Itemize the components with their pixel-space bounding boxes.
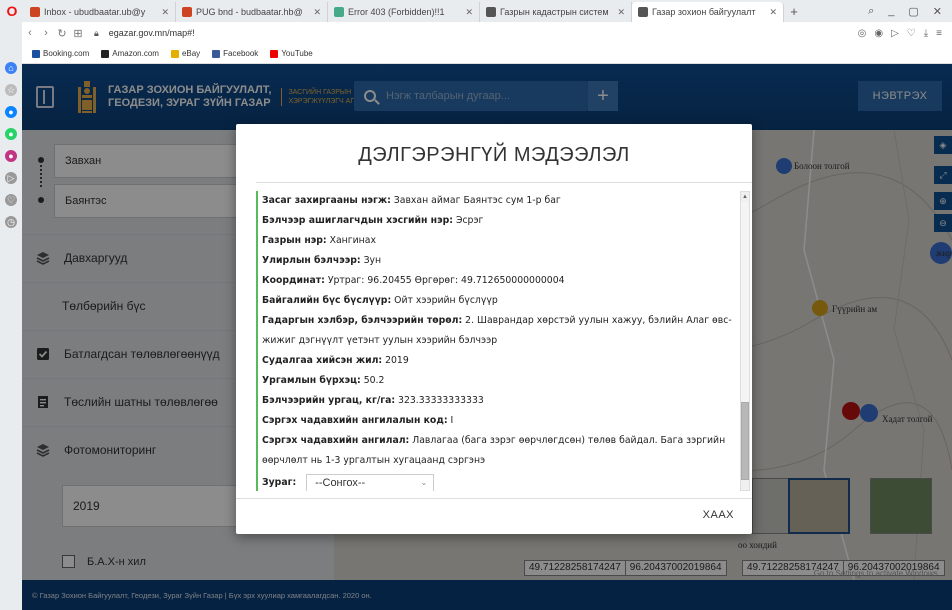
browser-tab[interactable]: Inbox - ubudbaatar.ub@y ✕	[24, 2, 176, 22]
bookmark-item[interactable]: eBay	[170, 49, 200, 58]
back-icon[interactable]: ‹	[22, 27, 38, 39]
amazon-icon	[101, 49, 110, 58]
new-tab-button[interactable]: +	[784, 2, 804, 22]
address-bar: ‹ › ↻ ⊞ 🔒︎ egazar.gov.mn/map#! ◎ ◉ ▷ ♡ ⤓…	[22, 22, 952, 44]
close-icon[interactable]: ✕	[613, 7, 625, 18]
close-button[interactable]: ХААХ	[703, 509, 734, 521]
address-actions: ◎ ◉ ▷ ♡ ⤓ ≡	[858, 28, 952, 39]
reload-icon[interactable]: ↻	[54, 27, 70, 40]
vpn-icon[interactable]: ◉	[874, 28, 883, 39]
image-select-row: Зураг: --Сонгох-- ⌄	[262, 473, 734, 491]
star-icon[interactable]: ☆	[5, 84, 17, 96]
page-icon	[486, 7, 496, 17]
bookmark-item[interactable]: YouTube	[270, 49, 313, 58]
bookmark-item[interactable]: Facebook	[212, 49, 258, 58]
player-icon[interactable]: ▷	[5, 172, 17, 184]
gmail-icon	[182, 7, 192, 17]
bookmark-item[interactable]: Amazon.com	[101, 49, 159, 58]
details-scrollbar[interactable]: ▲	[740, 191, 750, 491]
browser-tab[interactable]: Error 403 (Forbidden)!!1 ✕	[328, 2, 480, 22]
heart-icon[interactable]: ♡	[5, 194, 17, 206]
search-icon[interactable]: ⌕	[868, 5, 874, 18]
scroll-track[interactable]	[741, 202, 749, 402]
url-field[interactable]: egazar.gov.mn/map#!	[109, 28, 195, 38]
whatsapp-icon[interactable]: ●	[5, 128, 17, 140]
detail-row: Гадаргын хэлбэр, бэлчээрийн төрөл: 2. Ша…	[262, 315, 732, 346]
details-modal: ДЭЛГЭРЭНГҮЙ МЭДЭЭЛЭЛ Засаг захиргааны нэ…	[236, 124, 752, 534]
browser-tabbar: O Inbox - ubudbaatar.ub@y ✕ PUG bnd - bud…	[0, 0, 952, 22]
detail-row: Бэлчээр ашиглагчдын хэсгийн нэр: Эсрэг	[262, 215, 484, 226]
close-icon[interactable]: ✕	[309, 7, 321, 18]
detail-row: Улирлын бэлчээр: Зун	[262, 255, 382, 266]
detail-row: Координат: Уртраг: 96.20455 Өргөрөг: 49.…	[262, 275, 565, 286]
youtube-icon	[270, 49, 279, 58]
modal-footer: ХААХ	[236, 498, 752, 534]
messenger-icon[interactable]: ●	[5, 106, 17, 118]
history-icon[interactable]: ◷	[5, 216, 17, 228]
flow-icon[interactable]: ▷	[891, 28, 899, 39]
detail-row: Газрын нэр: Хангинах	[262, 235, 376, 246]
drive-icon	[334, 7, 344, 17]
modal-title: ДЭЛГЭРЭНГҮЙ МЭДЭЭЛЭЛ	[358, 144, 630, 166]
facebook-icon	[212, 49, 221, 58]
detail-row: Байгалийн бүс бүслүүр: Ойт хээрийн бүслү…	[262, 295, 498, 306]
detail-row: Судалгаа хийсэн жил: 2019	[262, 355, 409, 366]
heart-icon[interactable]: ♡	[907, 28, 916, 39]
menu-icon[interactable]: ≡	[936, 28, 942, 39]
camera-icon[interactable]: ◎	[858, 28, 867, 39]
bookmarks-bar: Booking.com Amazon.com eBay Facebook You…	[22, 44, 952, 64]
close-window-icon[interactable]: ✕	[933, 5, 942, 18]
detail-row: Сэргэх чадавхийн ангилал: Лавлагаа (бага…	[262, 435, 726, 466]
opera-logo-icon[interactable]: O	[0, 0, 24, 22]
bookmark-item[interactable]: Booking.com	[32, 49, 89, 58]
detail-row: Сэргэх чадавхийн ангилалын код: I	[262, 415, 454, 426]
scroll-thumb[interactable]	[741, 402, 749, 480]
chevron-down-icon: ⌄	[420, 478, 428, 487]
window-controls: ⌕ _ ▢ ✕	[868, 0, 952, 22]
browser-tab[interactable]: Газрын кадастрын систем ✕	[480, 2, 632, 22]
close-icon[interactable]: ✕	[765, 7, 777, 18]
speed-dial-icon[interactable]: ⊞	[70, 27, 86, 40]
lock-icon: 🔒︎	[94, 27, 99, 38]
booking-icon	[32, 49, 40, 58]
ebay-icon	[170, 49, 179, 58]
download-icon[interactable]: ⤓	[924, 28, 928, 39]
opera-sidebar: ⌂ ☆ ● ● ● ▷ ♡ ◷	[0, 22, 22, 610]
modal-body: Засаг захиргааны нэгж: Завхан аймаг Баян…	[256, 182, 752, 496]
close-icon[interactable]: ✕	[157, 7, 169, 18]
instagram-icon[interactable]: ●	[5, 150, 17, 162]
detail-row: Бэлчээрийн ургац, кг/га: 323.33333333333	[262, 395, 484, 406]
home-icon[interactable]: ⌂	[5, 62, 17, 74]
gmail-icon	[30, 7, 40, 17]
detail-row: Засаг захиргааны нэгж: Завхан аймаг Баян…	[262, 195, 561, 206]
scroll-up-icon[interactable]: ▲	[741, 192, 749, 202]
browser-tab-active[interactable]: Газар зохион байгуулалт ✕	[632, 2, 784, 22]
forward-icon[interactable]: ›	[38, 27, 54, 39]
maximize-icon[interactable]: ▢	[908, 5, 918, 18]
detail-row: Ургамлын бүрхэц: 50.2	[262, 375, 385, 386]
close-icon[interactable]: ✕	[461, 7, 473, 18]
minimize-icon[interactable]: _	[888, 5, 894, 17]
page-icon	[638, 7, 648, 17]
details-list[interactable]: Засаг захиргааны нэгж: Завхан аймаг Баян…	[256, 191, 734, 491]
browser-tab[interactable]: PUG bnd - budbaatar.hb@ ✕	[176, 2, 328, 22]
image-select[interactable]: --Сонгох-- ⌄	[306, 474, 435, 491]
